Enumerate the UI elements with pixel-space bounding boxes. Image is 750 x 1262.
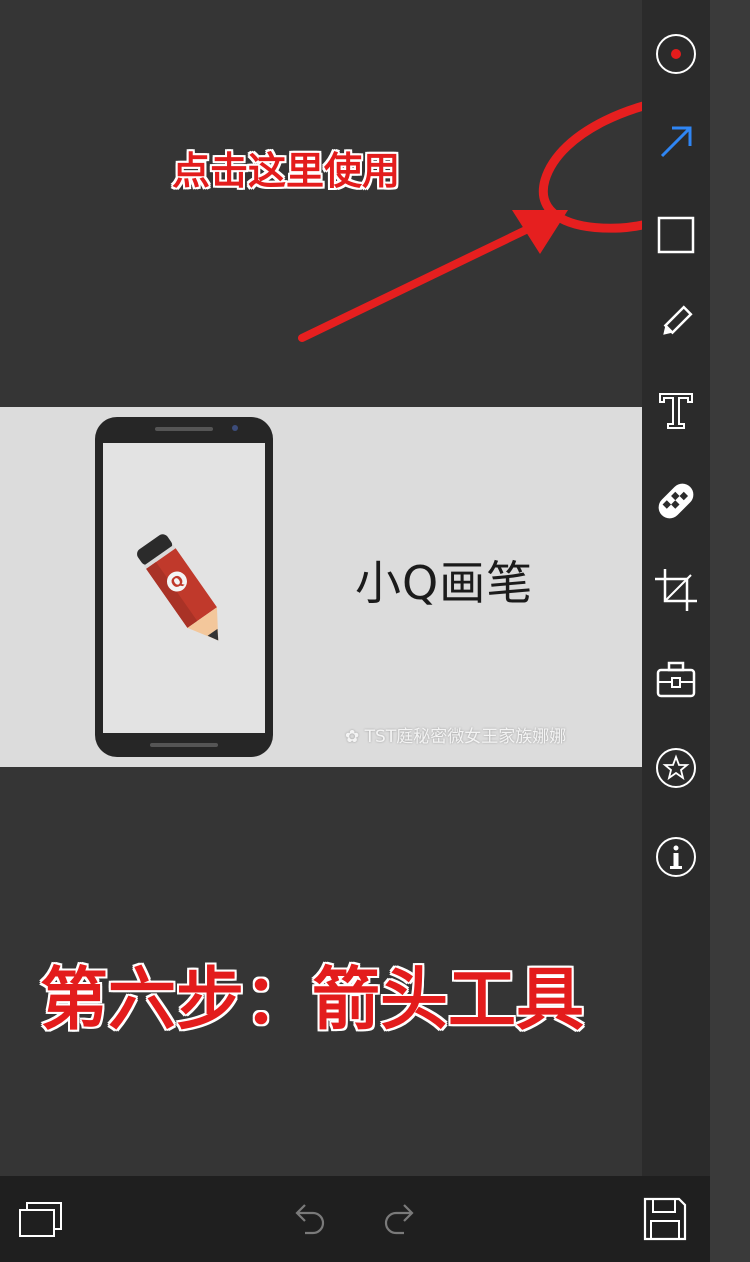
info-icon [656,837,696,877]
pencil-icon [663,305,693,335]
record-icon [656,34,696,74]
pencil-tool-button[interactable] [652,298,700,346]
arrow-tool-button[interactable] [652,118,700,166]
crop-icon [655,569,697,611]
redo-icon [384,1204,414,1235]
rectangle-icon [657,216,695,254]
arrow-icon [660,126,692,158]
windows-button[interactable] [16,1194,66,1244]
undo-button[interactable] [286,1194,336,1244]
rectangle-tool-button[interactable] [652,210,700,258]
crop-tool-button[interactable] [652,566,700,614]
edge-strip [710,0,750,1262]
toolbox-icon [656,661,696,698]
annotation-drawing [298,92,747,342]
save-icon [643,1197,687,1241]
star-icon [656,748,696,788]
save-button[interactable] [640,1194,690,1244]
undo-icon [295,1204,325,1235]
tool-sidebar [642,0,710,1176]
info-tool-button[interactable] [652,833,700,881]
text-tool-button[interactable] [652,386,700,434]
toolbox-tool-button[interactable] [652,656,700,704]
windows-icon [19,1202,62,1237]
mosaic-tool-button[interactable] [652,477,700,525]
favorite-tool-button[interactable] [652,744,700,792]
mosaic-icon [658,483,694,519]
bottom-action-bar [0,1176,710,1262]
redo-button[interactable] [373,1194,423,1244]
record-tool-button[interactable] [652,30,700,78]
text-icon [659,393,693,429]
